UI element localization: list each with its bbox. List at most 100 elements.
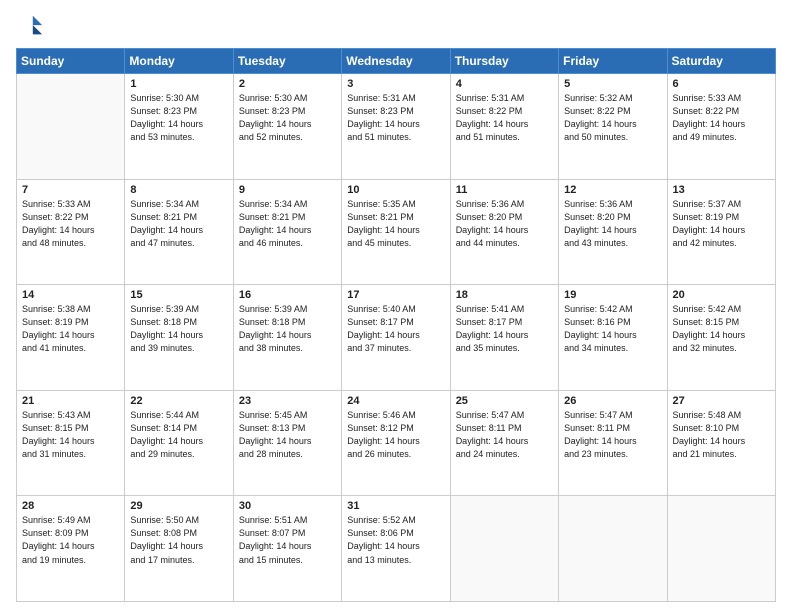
day-info: Sunrise: 5:30 AM Sunset: 8:23 PM Dayligh… (130, 92, 227, 144)
day-number: 31 (347, 500, 444, 512)
calendar-cell: 21 Sunrise: 5:43 AM Sunset: 8:15 PM Dayli… (17, 390, 125, 496)
day-info: Sunrise: 5:42 AM Sunset: 8:15 PM Dayligh… (673, 303, 770, 355)
day-number: 13 (673, 184, 770, 196)
calendar-cell: 31 Sunrise: 5:52 AM Sunset: 8:06 PM Dayli… (342, 496, 450, 602)
day-number: 6 (673, 78, 770, 90)
calendar: SundayMondayTuesdayWednesdayThursdayFrid… (16, 48, 776, 602)
day-number: 16 (239, 289, 336, 301)
calendar-cell (667, 496, 775, 602)
calendar-cell (559, 496, 667, 602)
calendar-cell (17, 74, 125, 180)
day-number: 26 (564, 395, 661, 407)
calendar-cell: 30 Sunrise: 5:51 AM Sunset: 8:07 PM Dayli… (233, 496, 341, 602)
day-number: 15 (130, 289, 227, 301)
calendar-cell: 17 Sunrise: 5:40 AM Sunset: 8:17 PM Dayli… (342, 285, 450, 391)
calendar-day-header: Wednesday (342, 49, 450, 74)
calendar-cell: 2 Sunrise: 5:30 AM Sunset: 8:23 PM Daylig… (233, 74, 341, 180)
day-info: Sunrise: 5:40 AM Sunset: 8:17 PM Dayligh… (347, 303, 444, 355)
day-info: Sunrise: 5:32 AM Sunset: 8:22 PM Dayligh… (564, 92, 661, 144)
calendar-week-row: 28 Sunrise: 5:49 AM Sunset: 8:09 PM Dayli… (17, 496, 776, 602)
calendar-cell: 11Sunrise: 5:36 AM Sunset: 8:20 PM Dayli… (450, 179, 558, 285)
day-info: Sunrise: 5:42 AM Sunset: 8:16 PM Dayligh… (564, 303, 661, 355)
calendar-cell: 5Sunrise: 5:32 AM Sunset: 8:22 PM Daylig… (559, 74, 667, 180)
day-info: Sunrise: 5:49 AM Sunset: 8:09 PM Dayligh… (22, 514, 119, 566)
calendar-cell: 7 Sunrise: 5:33 AM Sunset: 8:22 PM Daylig… (17, 179, 125, 285)
calendar-cell: 8 Sunrise: 5:34 AM Sunset: 8:21 PM Daylig… (125, 179, 233, 285)
calendar-day-header: Monday (125, 49, 233, 74)
calendar-cell: 22Sunrise: 5:44 AM Sunset: 8:14 PM Dayli… (125, 390, 233, 496)
calendar-cell: 4 Sunrise: 5:31 AM Sunset: 8:22 PM Daylig… (450, 74, 558, 180)
calendar-cell: 23Sunrise: 5:45 AM Sunset: 8:13 PM Dayli… (233, 390, 341, 496)
day-info: Sunrise: 5:31 AM Sunset: 8:22 PM Dayligh… (456, 92, 553, 144)
day-number: 17 (347, 289, 444, 301)
page: SundayMondayTuesdayWednesdayThursdayFrid… (0, 0, 792, 612)
calendar-day-header: Tuesday (233, 49, 341, 74)
day-number: 12 (564, 184, 661, 196)
logo (16, 12, 48, 40)
day-number: 21 (22, 395, 119, 407)
day-number: 22 (130, 395, 227, 407)
day-number: 2 (239, 78, 336, 90)
day-number: 8 (130, 184, 227, 196)
day-info: Sunrise: 5:45 AM Sunset: 8:13 PM Dayligh… (239, 409, 336, 461)
day-info: Sunrise: 5:47 AM Sunset: 8:11 PM Dayligh… (564, 409, 661, 461)
day-info: Sunrise: 5:35 AM Sunset: 8:21 PM Dayligh… (347, 198, 444, 250)
calendar-cell: 14 Sunrise: 5:38 AM Sunset: 8:19 PM Dayli… (17, 285, 125, 391)
calendar-cell: 9Sunrise: 5:34 AM Sunset: 8:21 PM Daylig… (233, 179, 341, 285)
day-info: Sunrise: 5:33 AM Sunset: 8:22 PM Dayligh… (22, 198, 119, 250)
calendar-cell: 25Sunrise: 5:47 AM Sunset: 8:11 PM Dayli… (450, 390, 558, 496)
day-info: Sunrise: 5:43 AM Sunset: 8:15 PM Dayligh… (22, 409, 119, 461)
day-info: Sunrise: 5:46 AM Sunset: 8:12 PM Dayligh… (347, 409, 444, 461)
calendar-header-row: SundayMondayTuesdayWednesdayThursdayFrid… (17, 49, 776, 74)
day-info: Sunrise: 5:37 AM Sunset: 8:19 PM Dayligh… (673, 198, 770, 250)
calendar-cell: 20 Sunrise: 5:42 AM Sunset: 8:15 PM Dayli… (667, 285, 775, 391)
day-number: 30 (239, 500, 336, 512)
calendar-cell: 15 Sunrise: 5:39 AM Sunset: 8:18 PM Dayli… (125, 285, 233, 391)
calendar-cell: 6Sunrise: 5:33 AM Sunset: 8:22 PM Daylig… (667, 74, 775, 180)
calendar-cell: 24 Sunrise: 5:46 AM Sunset: 8:12 PM Dayli… (342, 390, 450, 496)
calendar-day-header: Friday (559, 49, 667, 74)
day-number: 14 (22, 289, 119, 301)
calendar-week-row: 7 Sunrise: 5:33 AM Sunset: 8:22 PM Daylig… (17, 179, 776, 285)
calendar-table: SundayMondayTuesdayWednesdayThursdayFrid… (16, 48, 776, 602)
day-info: Sunrise: 5:39 AM Sunset: 8:18 PM Dayligh… (130, 303, 227, 355)
day-info: Sunrise: 5:31 AM Sunset: 8:23 PM Dayligh… (347, 92, 444, 144)
calendar-week-row: 1 Sunrise: 5:30 AM Sunset: 8:23 PM Daylig… (17, 74, 776, 180)
calendar-cell: 29Sunrise: 5:50 AM Sunset: 8:08 PM Dayli… (125, 496, 233, 602)
day-number: 28 (22, 500, 119, 512)
day-number: 24 (347, 395, 444, 407)
day-info: Sunrise: 5:52 AM Sunset: 8:06 PM Dayligh… (347, 514, 444, 566)
calendar-cell: 13 Sunrise: 5:37 AM Sunset: 8:19 PM Dayli… (667, 179, 775, 285)
calendar-day-header: Sunday (17, 49, 125, 74)
day-number: 1 (130, 78, 227, 90)
day-number: 20 (673, 289, 770, 301)
day-number: 9 (239, 184, 336, 196)
calendar-cell: 10 Sunrise: 5:35 AM Sunset: 8:21 PM Dayli… (342, 179, 450, 285)
day-number: 10 (347, 184, 444, 196)
day-number: 29 (130, 500, 227, 512)
calendar-cell: 26 Sunrise: 5:47 AM Sunset: 8:11 PM Dayli… (559, 390, 667, 496)
day-number: 18 (456, 289, 553, 301)
day-info: Sunrise: 5:34 AM Sunset: 8:21 PM Dayligh… (130, 198, 227, 250)
day-info: Sunrise: 5:36 AM Sunset: 8:20 PM Dayligh… (564, 198, 661, 250)
calendar-cell (450, 496, 558, 602)
calendar-day-header: Thursday (450, 49, 558, 74)
day-info: Sunrise: 5:38 AM Sunset: 8:19 PM Dayligh… (22, 303, 119, 355)
calendar-week-row: 14 Sunrise: 5:38 AM Sunset: 8:19 PM Dayli… (17, 285, 776, 391)
day-number: 4 (456, 78, 553, 90)
day-number: 7 (22, 184, 119, 196)
calendar-cell: 12 Sunrise: 5:36 AM Sunset: 8:20 PM Dayli… (559, 179, 667, 285)
calendar-week-row: 21 Sunrise: 5:43 AM Sunset: 8:15 PM Dayli… (17, 390, 776, 496)
day-number: 19 (564, 289, 661, 301)
calendar-cell: 1 Sunrise: 5:30 AM Sunset: 8:23 PM Daylig… (125, 74, 233, 180)
calendar-cell: 3Sunrise: 5:31 AM Sunset: 8:23 PM Daylig… (342, 74, 450, 180)
day-info: Sunrise: 5:48 AM Sunset: 8:10 PM Dayligh… (673, 409, 770, 461)
day-info: Sunrise: 5:30 AM Sunset: 8:23 PM Dayligh… (239, 92, 336, 144)
calendar-cell: 19 Sunrise: 5:42 AM Sunset: 8:16 PM Dayli… (559, 285, 667, 391)
day-info: Sunrise: 5:51 AM Sunset: 8:07 PM Dayligh… (239, 514, 336, 566)
day-info: Sunrise: 5:41 AM Sunset: 8:17 PM Dayligh… (456, 303, 553, 355)
calendar-day-header: Saturday (667, 49, 775, 74)
day-info: Sunrise: 5:39 AM Sunset: 8:18 PM Dayligh… (239, 303, 336, 355)
day-number: 11 (456, 184, 553, 196)
logo-icon (16, 12, 44, 40)
